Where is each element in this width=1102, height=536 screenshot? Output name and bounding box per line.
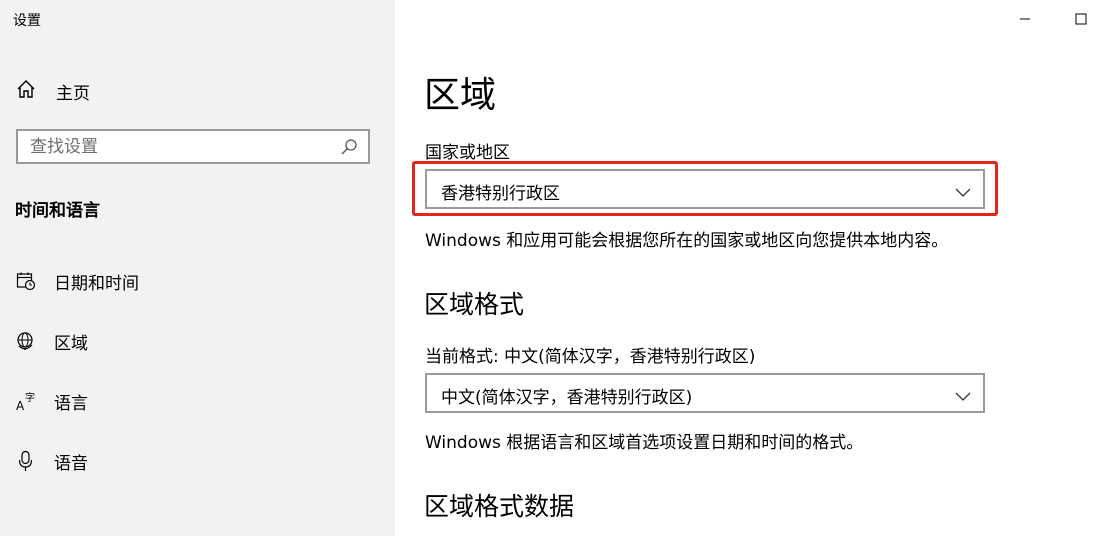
minimize-icon: [1019, 10, 1031, 29]
sidebar: 设置 主页 时间和语言 日期和时间 区域 A字 语言 语音: [0, 0, 395, 536]
format-data-heading: 区域格式数据: [424, 492, 575, 521]
chevron-down-icon: [955, 387, 971, 401]
maximize-button[interactable]: [1066, 6, 1096, 32]
sidebar-item-label: 区域: [54, 333, 88, 354]
search-input[interactable]: [30, 131, 330, 162]
calendar-clock-icon: [16, 270, 36, 292]
maximize-icon: [1075, 10, 1087, 29]
search-box[interactable]: [16, 129, 370, 164]
chevron-down-icon: [955, 183, 971, 197]
svg-text:字: 字: [25, 391, 35, 404]
globe-icon: [16, 330, 36, 352]
dropdown-value: 中文(简体汉字，香港特别行政区): [441, 388, 693, 408]
home-icon: [16, 79, 36, 103]
language-icon: A字: [16, 390, 36, 412]
microphone-icon: [16, 450, 36, 472]
search-icon[interactable]: [340, 138, 358, 156]
sidebar-item-language[interactable]: A字 语言: [16, 386, 88, 416]
section-title: 时间和语言: [15, 201, 100, 221]
current-format-label: 当前格式: 中文(简体汉字，香港特别行政区): [425, 347, 756, 367]
country-description: Windows 和应用可能会根据您所在的国家或地区向您提供本地内容。: [425, 231, 949, 251]
country-label: 国家或地区: [425, 143, 510, 163]
sidebar-item-region[interactable]: 区域: [16, 326, 88, 356]
page-title: 区域: [424, 75, 497, 116]
svg-text:A: A: [16, 399, 25, 412]
sidebar-item-speech[interactable]: 语音: [16, 446, 88, 476]
format-description: Windows 根据语言和区域首选项设置日期和时间的格式。: [425, 433, 864, 453]
sidebar-item-date-time[interactable]: 日期和时间: [16, 266, 139, 296]
format-dropdown[interactable]: 中文(简体汉字，香港特别行政区): [425, 373, 985, 413]
sidebar-item-home[interactable]: 主页: [16, 78, 90, 104]
sidebar-item-label: 主页: [56, 83, 90, 104]
window-title: 设置: [13, 13, 41, 29]
sidebar-item-label: 语言: [54, 393, 88, 414]
country-dropdown[interactable]: 香港特别行政区: [425, 169, 985, 209]
format-heading: 区域格式: [424, 290, 525, 319]
sidebar-item-label: 日期和时间: [54, 273, 139, 294]
dropdown-value: 香港特别行政区: [441, 184, 560, 204]
sidebar-item-label: 语音: [54, 453, 88, 474]
minimize-button[interactable]: [1010, 6, 1040, 32]
